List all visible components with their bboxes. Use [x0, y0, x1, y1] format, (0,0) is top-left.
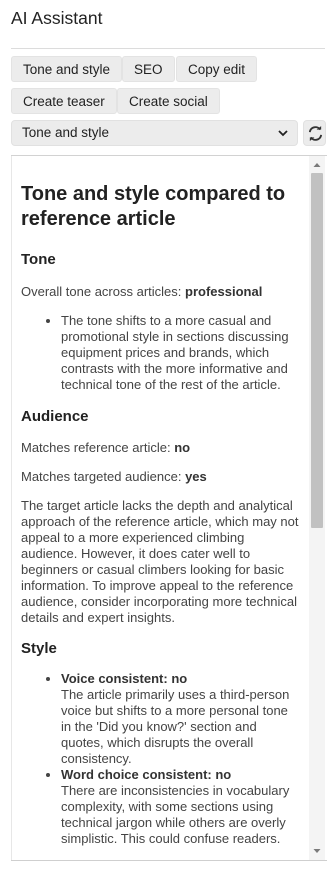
refresh-icon [308, 126, 323, 141]
scroll-down-arrow-icon[interactable] [309, 844, 325, 858]
seo-button[interactable]: SEO [122, 56, 175, 82]
audience-heading: Audience [21, 408, 89, 425]
tone-heading: Tone [21, 251, 56, 268]
copy-edit-button[interactable]: Copy edit [176, 56, 258, 82]
header-divider [11, 48, 325, 49]
list-item: Word choice consistent: no There are inc… [61, 767, 299, 847]
report-content: Tone and style compared to reference art… [21, 182, 299, 847]
matches-targeted: Matches targeted audience: yes [21, 469, 207, 484]
report-panel[interactable]: Tone and style compared to reference art… [11, 156, 328, 860]
chevron-down-icon [278, 130, 288, 137]
tone-notes: The tone shifts to a more casual and pro… [21, 313, 299, 393]
mode-select-value: Tone and style [22, 125, 110, 140]
matches-reference: Matches reference article: no [21, 440, 191, 455]
mode-select[interactable]: Tone and style [11, 120, 298, 146]
list-item: The tone shifts to a more casual and pro… [61, 313, 299, 393]
create-social-button[interactable]: Create social [117, 88, 220, 114]
audience-body: The target article lacks the depth and a… [21, 498, 299, 625]
create-teaser-button[interactable]: Create teaser [11, 88, 117, 114]
style-list: Voice consistent: no The article primari… [21, 671, 299, 847]
scroll-up-arrow-icon[interactable] [309, 158, 325, 172]
app-title: AI Assistant [11, 8, 103, 28]
refresh-button[interactable] [303, 120, 326, 146]
scrollbar[interactable] [309, 156, 325, 860]
overall-tone: Overall tone across articles: profession… [21, 284, 263, 299]
style-heading: Style [21, 640, 57, 657]
tone-and-style-button[interactable]: Tone and style [11, 56, 123, 82]
bottom-divider [11, 860, 327, 861]
scroll-thumb[interactable] [311, 173, 323, 528]
report-title: Tone and style compared to reference art… [21, 183, 286, 230]
ai-assistant-panel: AI Assistant Tone and style SEO Copy edi… [0, 0, 333, 869]
list-item: Voice consistent: no The article primari… [61, 671, 299, 767]
